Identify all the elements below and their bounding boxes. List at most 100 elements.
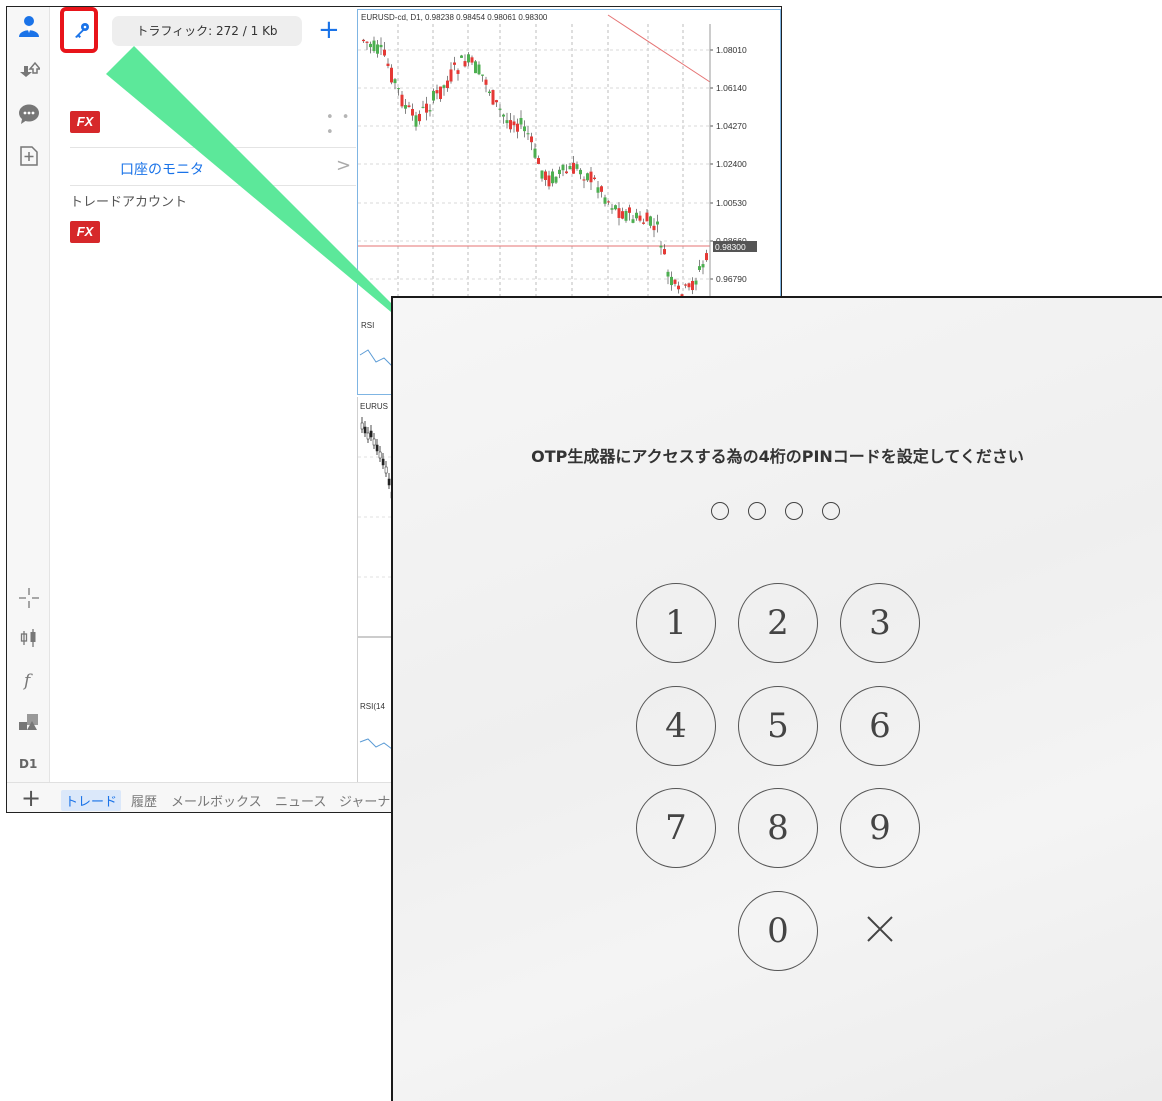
pin-indicator: [711, 502, 851, 526]
pin-setup-screen: OTP生成器にアクセスする為の4桁のPINコードを設定してください 1 2 3 …: [391, 296, 1162, 1101]
candle-body: [523, 126, 526, 132]
candle-body: [519, 117, 523, 125]
candle-body: [360, 422, 364, 430]
tab-mailbox[interactable]: メールボックス: [171, 791, 262, 810]
crosshair-icon[interactable]: [18, 587, 40, 609]
candle-body: [393, 79, 397, 84]
keypad-button-5[interactable]: 5: [738, 686, 818, 766]
candle-body: [614, 205, 617, 210]
tab-history[interactable]: 履歴: [131, 791, 157, 810]
keypad-button-6[interactable]: 6: [840, 686, 920, 766]
candle-body: [537, 158, 540, 164]
candle-body: [502, 114, 505, 117]
price-axis-label: 1.04270: [716, 121, 747, 131]
price-axis-label: 1.06140: [716, 83, 747, 93]
candle-body: [642, 222, 645, 224]
candle-body: [565, 171, 568, 174]
candle-body: [428, 110, 432, 112]
candle-body: [384, 466, 388, 474]
chevron-right-icon[interactable]: >: [336, 155, 351, 176]
svg-text:f: f: [22, 671, 33, 691]
candle-body: [684, 284, 687, 286]
tab-trade[interactable]: トレード: [61, 790, 122, 811]
trend-line: [607, 14, 711, 83]
candle-body: [659, 245, 663, 248]
candle-body: [390, 67, 393, 83]
candle-body: [369, 43, 372, 48]
candlestick-icon[interactable]: [18, 627, 40, 649]
objects-shapes-icon[interactable]: [18, 711, 40, 733]
keypad-button-0[interactable]: 0: [738, 891, 818, 971]
candle-body: [446, 80, 449, 89]
candle-body: [698, 266, 701, 270]
separator: [70, 185, 356, 186]
candle-body: [363, 426, 367, 434]
candle-body: [645, 212, 649, 222]
accounts-panel: トラフィック: 272 / 1 Kb + FX • • • 口座のモニタ > ト…: [50, 7, 356, 782]
rsi-label: RSI: [361, 321, 374, 330]
candle-body: [484, 79, 488, 85]
keypad-button-1[interactable]: 1: [636, 583, 716, 663]
more-options-icon[interactable]: • • •: [326, 110, 356, 140]
candle-body: [701, 264, 705, 268]
candle-body: [362, 39, 365, 42]
candle-body: [379, 44, 383, 48]
candle-body: [421, 106, 425, 108]
new-order-icon[interactable]: [18, 145, 40, 167]
candle-body: [530, 136, 533, 143]
candle-body: [425, 103, 428, 113]
delete-x-icon[interactable]: [840, 891, 920, 971]
tab-news[interactable]: ニュース: [275, 791, 326, 810]
candle-body: [460, 55, 463, 58]
keypad-button-3[interactable]: 3: [840, 583, 920, 663]
candle-body: [656, 221, 659, 225]
account-monitoring-link[interactable]: 口座のモニタ: [120, 159, 204, 179]
candle-body: [603, 197, 607, 204]
candle-body: [533, 148, 537, 158]
candle-body: [652, 225, 656, 231]
candle-body: [568, 165, 572, 170]
account-person-icon[interactable]: [18, 15, 40, 37]
candle-body: [376, 44, 379, 54]
candle-body: [677, 285, 680, 290]
candle-body: [481, 74, 484, 76]
indicator-function-icon[interactable]: f: [18, 669, 40, 691]
candle-body: [526, 133, 530, 135]
candle-body: [666, 271, 670, 277]
rsi-label: RSI(14: [360, 702, 385, 711]
key-icon[interactable]: [73, 21, 91, 39]
candle-body: [498, 108, 502, 110]
candle-body: [505, 120, 509, 124]
candle-body: [670, 276, 673, 286]
price-axis-label: 0.96790: [716, 274, 747, 284]
keypad-button-8[interactable]: 8: [738, 788, 818, 868]
current-price-label: 0.98300: [715, 242, 746, 252]
keypad-button-4[interactable]: 4: [636, 686, 716, 766]
keypad-button-9[interactable]: 9: [840, 788, 920, 868]
candle-body: [705, 253, 708, 261]
candle-body: [495, 100, 498, 103]
keypad-button-7[interactable]: 7: [636, 788, 716, 868]
candle-body: [453, 62, 456, 65]
add-chart-button[interactable]: +: [21, 784, 41, 812]
chat-bubble-icon[interactable]: [18, 103, 40, 125]
otp-key-button-highlight[interactable]: [60, 7, 98, 53]
icon-rail: f D1: [7, 7, 50, 782]
candle-body: [397, 88, 400, 90]
candle-body: [375, 444, 379, 452]
price-axis-label: 1.02400: [716, 159, 747, 169]
add-account-button[interactable]: +: [318, 15, 340, 45]
deposit-transfer-icon[interactable]: [18, 59, 40, 81]
broker-fx-logo[interactable]: FX: [70, 221, 100, 243]
candle-body: [407, 105, 411, 107]
pin-dot: [711, 502, 729, 520]
timeframe-button[interactable]: D1: [19, 757, 37, 771]
keypad-button-2[interactable]: 2: [738, 583, 818, 663]
candle-body: [474, 61, 477, 74]
candle-body: [383, 49, 386, 56]
candle-body: [663, 249, 666, 255]
candle-body: [635, 212, 638, 219]
candle-body: [365, 41, 369, 43]
candle-body: [456, 70, 460, 74]
candle-body: [600, 186, 603, 192]
